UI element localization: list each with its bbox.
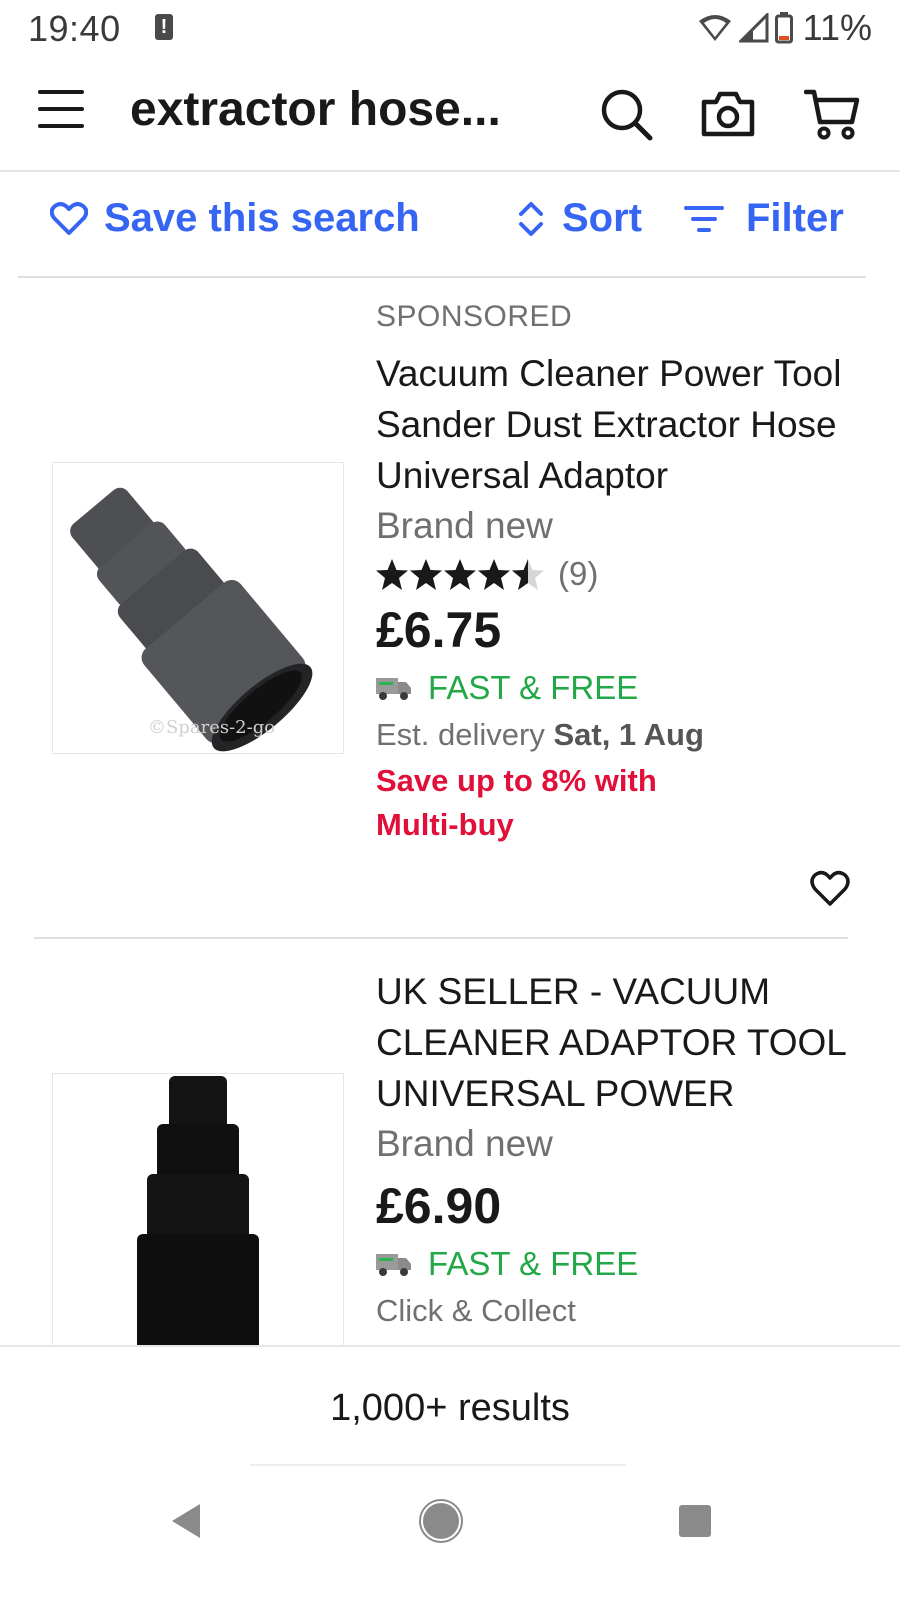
signal-icon	[738, 13, 769, 43]
multibuy-promo: Save up to 8% with Multi-buy	[376, 763, 657, 842]
back-icon[interactable]	[164, 1496, 214, 1546]
camera-icon[interactable]	[700, 86, 756, 142]
listing-item[interactable]: ©Spares-2-go SPONSORED Vacuum Cleaner Po…	[0, 300, 900, 940]
listing-info: UK SELLER - VACUUM CLEANER ADAPTOR TOOL …	[376, 966, 866, 1329]
rating-count: (9)	[558, 555, 599, 592]
battery-percent: 11%	[802, 7, 872, 48]
search-query[interactable]: extractor hose...	[130, 82, 501, 137]
listing-divider	[34, 937, 848, 939]
delivery-estimate: Est. delivery Sat, 1 Aug	[376, 717, 866, 753]
save-search-button[interactable]: Save this search	[50, 196, 420, 241]
listing-title[interactable]: UK SELLER - VACUUM CLEANER ADAPTOR TOOL …	[376, 966, 866, 1119]
system-nav-bar	[0, 1466, 900, 1600]
app-header: extractor hose...	[0, 60, 900, 172]
rating-stars-icon	[376, 559, 544, 590]
listing-price: £6.90	[376, 1178, 502, 1234]
shipping-info: FAST & FREE	[376, 669, 866, 707]
filter-icon	[684, 205, 724, 232]
status-icons: 11%	[697, 7, 872, 48]
listing-item[interactable]: UK SELLER - VACUUM CLEANER ADAPTOR TOOL …	[0, 966, 900, 1346]
sort-icon	[519, 201, 543, 236]
shipping-info: FAST & FREE	[376, 1245, 866, 1283]
cart-icon[interactable]	[804, 86, 860, 142]
listing-image[interactable]: ©Spares-2-go	[52, 462, 344, 754]
filter-label: Filter	[746, 196, 844, 240]
listing-title[interactable]: Vacuum Cleaner Power Tool Sander Dust Ex…	[376, 348, 866, 501]
listing-condition: Brand new	[376, 1123, 553, 1164]
sort-button[interactable]: Sort	[518, 196, 642, 241]
filter-button[interactable]: Filter	[684, 196, 844, 241]
listing-info: SPONSORED Vacuum Cleaner Power Tool Sand…	[376, 300, 866, 847]
watch-heart-icon[interactable]	[810, 868, 850, 908]
adaptor-product-image	[137, 1076, 259, 1346]
shipping-label: FAST & FREE	[428, 1245, 639, 1282]
alert-icon: !	[155, 14, 173, 40]
heart-icon	[50, 201, 88, 235]
delivery-date: Sat, 1 Aug	[553, 717, 704, 752]
wifi-icon	[698, 15, 731, 41]
adaptor-product-image: ©Spares-2-go	[70, 487, 313, 752]
menu-icon[interactable]	[38, 90, 84, 136]
listing-condition: Brand new	[376, 505, 553, 546]
delivery-prefix: Est. delivery	[376, 717, 545, 752]
truck-icon	[376, 1254, 411, 1276]
status-bar: 19:40 ! 11%	[0, 0, 900, 56]
truck-icon	[376, 678, 411, 700]
sort-label: Sort	[562, 196, 642, 240]
battery-icon	[774, 12, 793, 44]
status-time: 19:40	[28, 8, 121, 49]
results-count: 1,000+ results	[330, 1387, 570, 1429]
save-search-label: Save this search	[104, 196, 420, 240]
star-rating: (9)	[376, 555, 866, 593]
search-icon[interactable]	[598, 86, 654, 142]
home-icon[interactable]	[416, 1496, 466, 1546]
recents-icon[interactable]	[670, 1496, 720, 1546]
sponsored-label: SPONSORED	[376, 300, 573, 333]
listing-image[interactable]	[52, 1073, 344, 1346]
results-bar: 1,000+ results	[0, 1345, 900, 1466]
action-row: Save this search Sort Filter	[18, 174, 866, 278]
delivery-option: Click & Collect	[376, 1293, 576, 1328]
image-watermark: ©Spares-2-go	[148, 717, 275, 738]
listing-price: £6.75	[376, 602, 502, 658]
shipping-label: FAST & FREE	[428, 669, 639, 706]
